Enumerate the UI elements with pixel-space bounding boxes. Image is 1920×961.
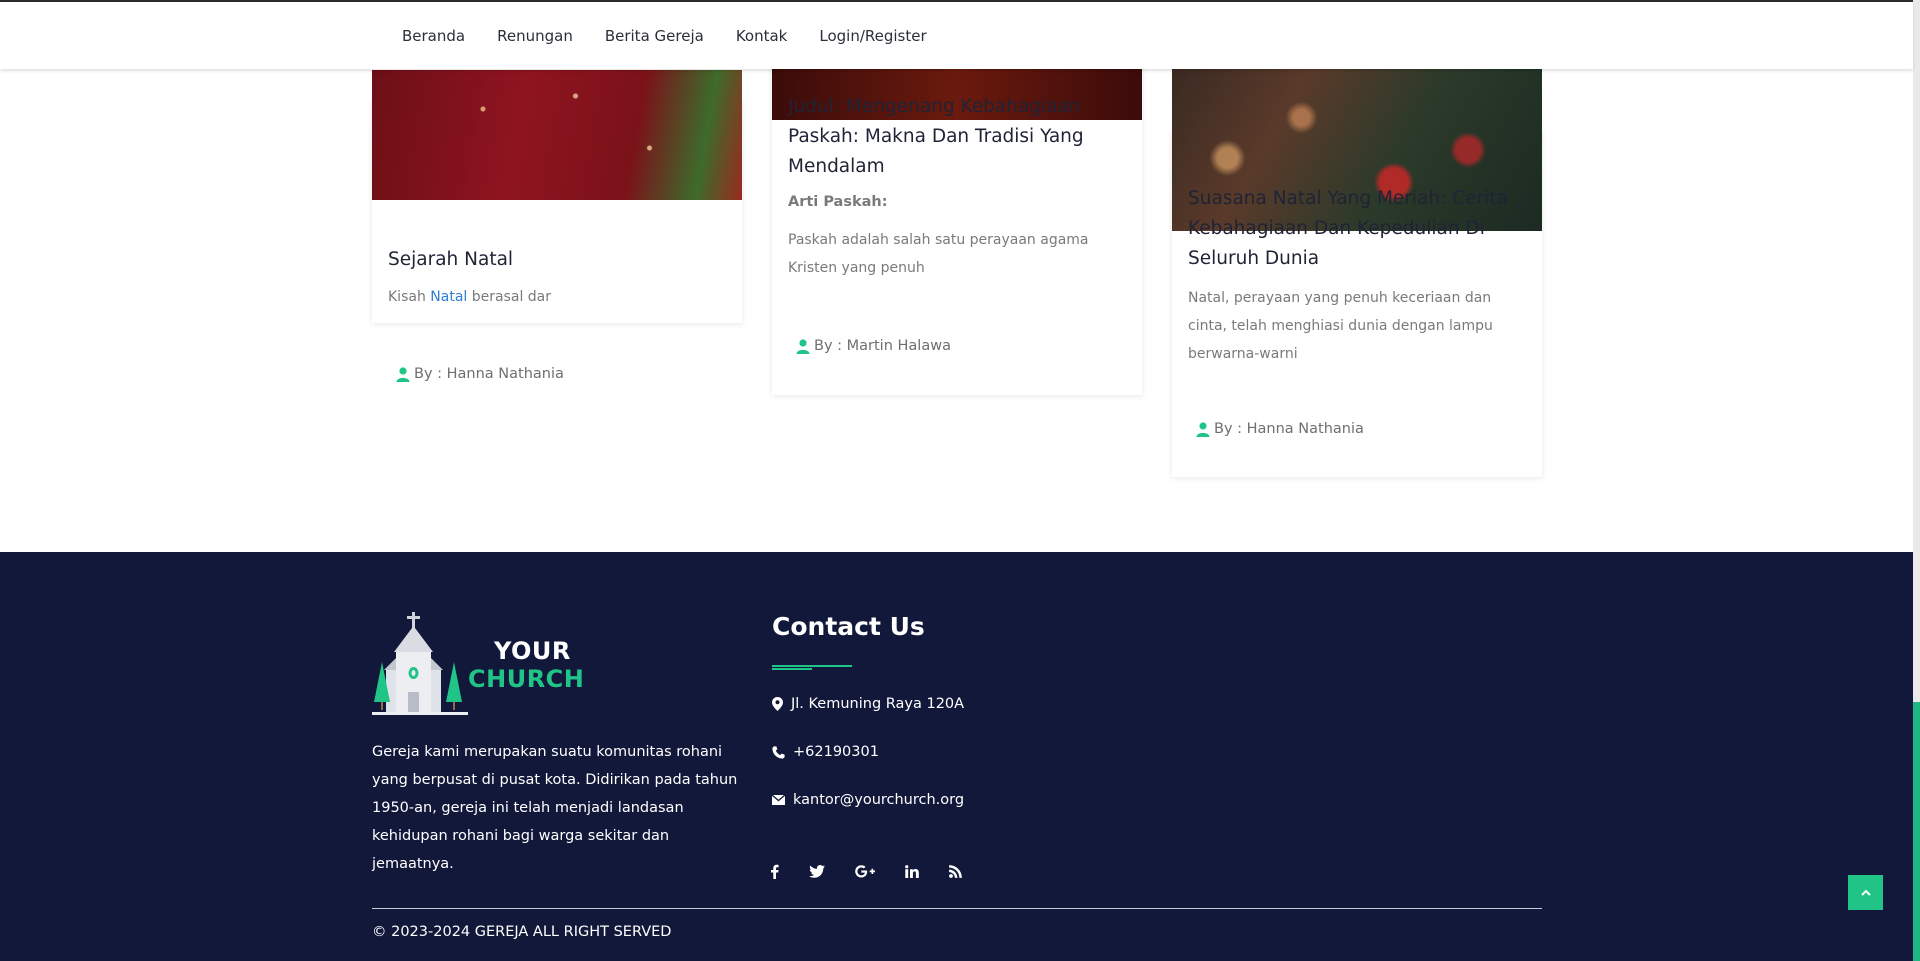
back-to-top-button[interactable] — [1848, 875, 1883, 910]
footer-about-text: Gereja kami merupakan suatu komunitas ro… — [372, 744, 738, 872]
logo-line-your: YOUR — [494, 637, 571, 665]
nav-item-kontak[interactable]: Kontak — [736, 27, 788, 45]
logo-wordmark[interactable]: YOUR CHURCH — [468, 637, 584, 693]
author-name: By : Hanna Nathania — [414, 366, 564, 382]
contact-title: Contact Us — [772, 612, 925, 641]
post-author: By : Martin Halawa — [796, 338, 951, 354]
rss-icon[interactable] — [949, 865, 962, 878]
post-title[interactable]: Suasana Natal Yang Meriah: Cerita Kebaha… — [1188, 184, 1526, 274]
copyright-text: © 2023-2024 GEREJA ALL RIGHT SERVED — [372, 924, 672, 940]
envelope-icon — [772, 795, 785, 805]
logo-line-church: CHURCH — [468, 665, 585, 693]
excerpt-link-natal[interactable]: Natal — [430, 289, 467, 305]
navbar: Beranda Renungan Berita Gereja Kontak Lo… — [0, 2, 1913, 69]
phone-text[interactable]: +62190301 — [793, 744, 879, 760]
footer-divider — [372, 908, 1542, 909]
post-title[interactable]: Sejarah Natal — [388, 245, 726, 275]
contact-underline-accent — [772, 668, 812, 670]
post-subheading: Arti Paskah: — [788, 194, 888, 210]
post-card-sejarah-natal[interactable]: Sejarah Natal Kisah Natal berasal dar By… — [372, 70, 742, 382]
chevron-up-icon — [1860, 889, 1871, 896]
contact-underline — [772, 665, 852, 667]
contact-address: Jl. Kemuning Raya 120A — [772, 696, 964, 712]
email-text[interactable]: kantor@yourchurch.org — [793, 792, 964, 808]
post-excerpt: Kisah Natal berasal dar — [388, 283, 726, 311]
contact-email: kantor@yourchurch.org — [772, 792, 964, 808]
nav-item-login-register[interactable]: Login/Register — [819, 27, 926, 45]
excerpt-text: berasal dar — [467, 289, 552, 305]
post-excerpt: Natal, perayaan yang penuh keceriaan dan… — [1188, 290, 1493, 362]
map-marker-icon — [772, 697, 783, 711]
address-text: Jl. Kemuning Raya 120A — [791, 696, 965, 712]
social-links — [770, 864, 992, 879]
facebook-icon[interactable] — [770, 864, 779, 879]
nav-item-renungan[interactable]: Renungan — [497, 27, 573, 45]
user-icon — [796, 338, 810, 354]
post-thumbnail[interactable] — [372, 70, 742, 200]
user-icon — [396, 366, 410, 382]
nav-menu: Beranda Renungan Berita Gereja Kontak Lo… — [402, 2, 959, 69]
user-icon — [1196, 421, 1210, 437]
author-name: By : Martin Halawa — [814, 338, 951, 354]
phone-icon — [772, 745, 785, 759]
post-author: By : Hanna Nathania — [396, 366, 564, 382]
linkedin-icon[interactable] — [905, 865, 919, 878]
post-author: By : Hanna Nathania — [1196, 421, 1364, 437]
author-name: By : Hanna Nathania — [1214, 421, 1364, 437]
post-excerpt: Paskah adalah salah satu perayaan agama … — [788, 232, 1089, 276]
twitter-icon[interactable] — [809, 865, 825, 878]
church-logo-icon[interactable] — [372, 610, 468, 716]
scrollbar-thumb[interactable] — [1913, 702, 1920, 961]
excerpt-text: Kisah — [388, 289, 431, 305]
footer — [0, 552, 1913, 961]
post-title[interactable]: Judul: Mengenang Kebahagiaan Paskah: Mak… — [788, 92, 1126, 182]
google-plus-icon[interactable] — [855, 865, 875, 878]
contact-phone: +62190301 — [772, 744, 879, 760]
nav-item-berita-gereja[interactable]: Berita Gereja — [605, 27, 704, 45]
post-card-suasana-natal[interactable]: Suasana Natal Yang Meriah: Cerita Kebaha… — [1172, 69, 1542, 477]
post-card-paskah[interactable]: Judul: Mengenang Kebahagiaan Paskah: Mak… — [772, 60, 1142, 395]
nav-item-beranda[interactable]: Beranda — [402, 27, 465, 45]
